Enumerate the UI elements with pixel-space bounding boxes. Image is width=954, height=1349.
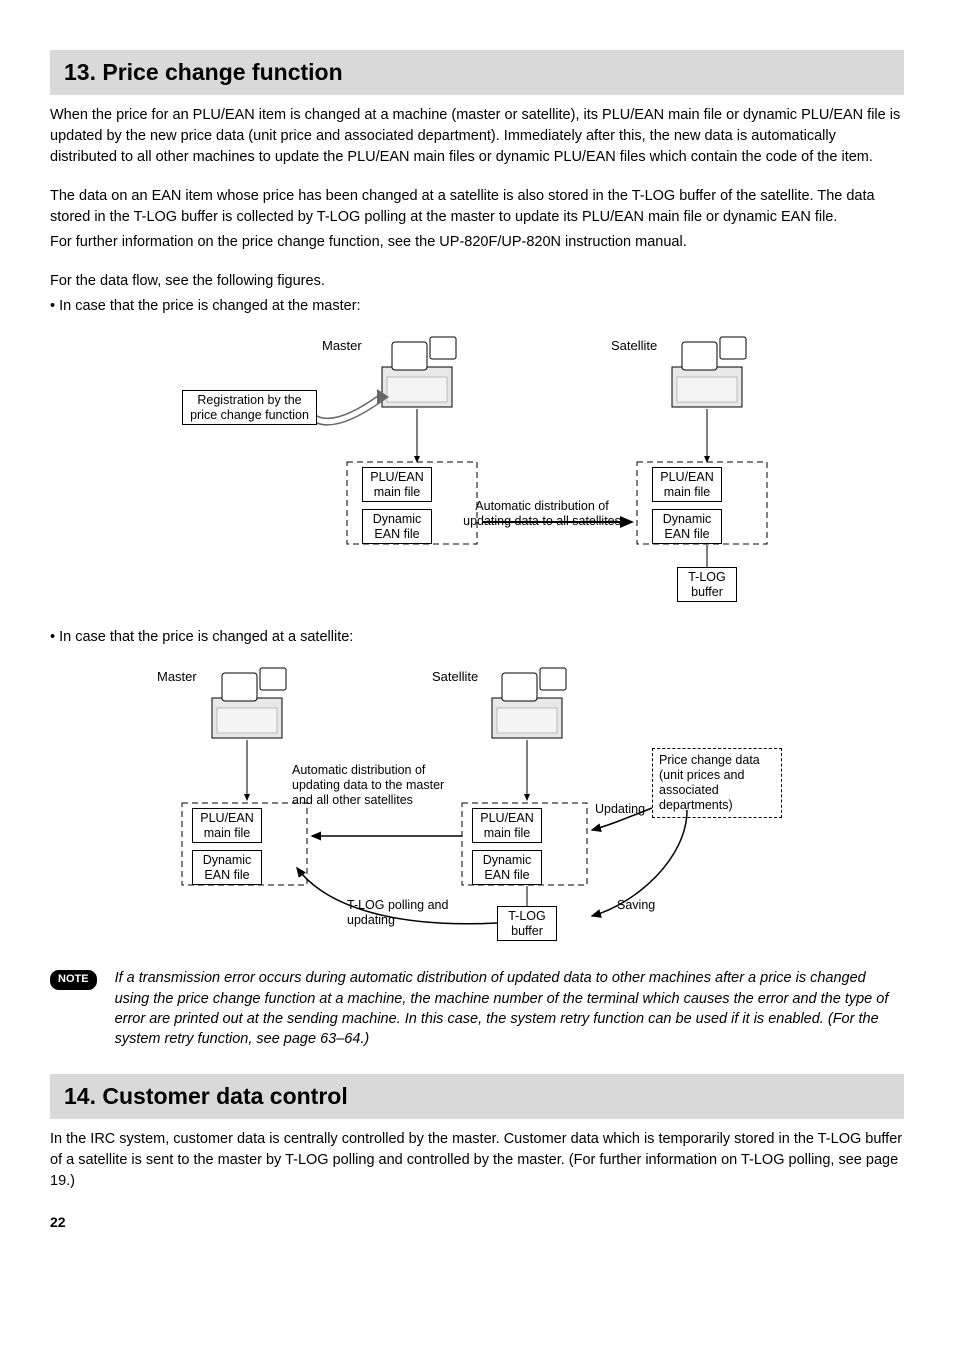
diag2-sat-plu: PLU/EAN main file [472, 808, 542, 843]
section-13-p3: For further information on the price cha… [50, 232, 904, 253]
diag1-tlog: T-LOG buffer [677, 567, 737, 602]
page-number: 22 [50, 1212, 904, 1232]
section-14-heading: 14. Customer data control [50, 1074, 904, 1119]
diag1-reg-callout: Registration by the price change functio… [182, 390, 317, 425]
diag1-auto-dist: Automatic distribution of updating data … [457, 499, 627, 529]
diag1-master-label: Master [322, 339, 362, 354]
section-13-heading: 13. Price change function [50, 50, 904, 95]
diag1-master-plu: PLU/EAN main file [362, 467, 432, 502]
section-13-p2: The data on an EAN item whose price has … [50, 186, 904, 228]
diag2-master-plu: PLU/EAN main file [192, 808, 262, 843]
diag2-auto-dist: Automatic distribution of updating data … [292, 763, 452, 808]
section-13-p1: When the price for an PLU/EAN item is ch… [50, 105, 904, 168]
diag2-updating-label: Updating [595, 802, 645, 816]
diag2-tlog-poll: T-LOG polling and updating [347, 898, 467, 928]
diag1-sat-dyn: Dynamic EAN file [652, 509, 722, 544]
section-13-bullet1: • In case that the price is changed at t… [50, 296, 904, 317]
diag2-price-change: Price change data (unit prices and assoc… [652, 748, 782, 818]
section-13-bullet2: • In case that the price is changed at a… [50, 627, 904, 648]
diag2-saving-label: Saving [617, 898, 655, 912]
note-text: If a transmission error occurs during au… [115, 968, 904, 1049]
note-badge: NOTE [50, 970, 97, 990]
diag2-master-label: Master [157, 670, 197, 685]
diag1-sat-plu: PLU/EAN main file [652, 467, 722, 502]
diag1-satellite-label: Satellite [611, 339, 657, 354]
diag1-master-dyn: Dynamic EAN file [362, 509, 432, 544]
section-13-p4: For the data flow, see the following fig… [50, 271, 904, 292]
diag2-satellite-label: Satellite [432, 670, 478, 685]
diagram-satellite-change: Master Satellite PLU/EAN main file Dynam… [97, 658, 857, 948]
diagram-master-change: Master Satellite Registration by the pri… [127, 327, 827, 607]
diag2-sat-dyn: Dynamic EAN file [472, 850, 542, 885]
note-block: NOTE If a transmission error occurs duri… [50, 968, 904, 1049]
diag2-master-dyn: Dynamic EAN file [192, 850, 262, 885]
section-14-p1: In the IRC system, customer data is cent… [50, 1129, 904, 1192]
diag2-tlog: T-LOG buffer [497, 906, 557, 941]
